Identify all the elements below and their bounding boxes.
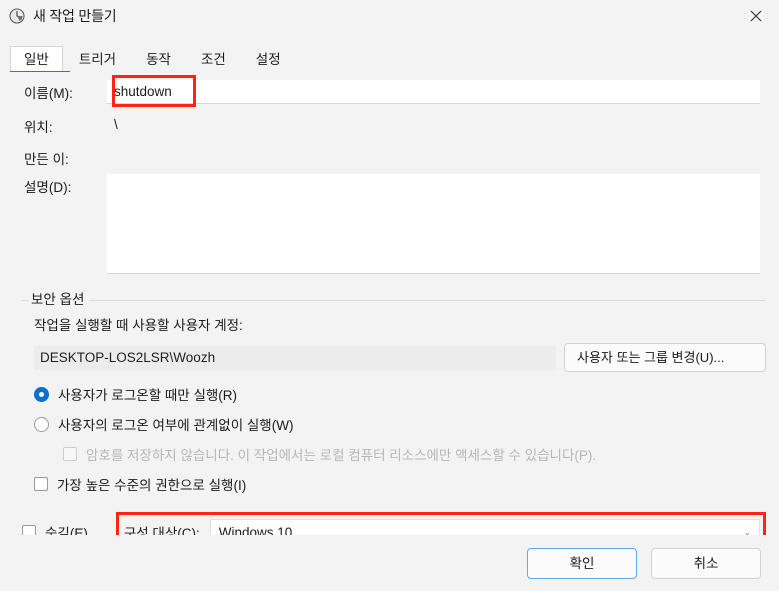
location-label: 위치:: [24, 120, 53, 135]
author-value: [107, 146, 768, 168]
name-row: 이름(M): shutdown: [9, 80, 770, 104]
security-options-title: 보안 옵션: [28, 292, 90, 308]
tab-triggers[interactable]: 트리거: [65, 46, 130, 73]
tab-conditions[interactable]: 조건: [187, 46, 240, 73]
checkbox-no-password-label: 암호를 저장하지 않습니다. 이 작업에서는 로컬 컴퓨터 리소스에만 액세스할…: [86, 448, 597, 463]
checkbox-highest-privileges-indicator: [34, 477, 48, 491]
checkbox-do-not-store-password: 암호를 저장하지 않습니다. 이 작업에서는 로컬 컴퓨터 리소스에만 액세스할…: [63, 444, 766, 464]
description-label: 설명(D):: [24, 180, 72, 195]
description-input[interactable]: [107, 174, 760, 274]
security-options-group: 보안 옵션 작업을 실행할 때 사용할 사용자 계정: DESKTOP-LOS2…: [22, 292, 766, 494]
title-bar: 새 작업 만들기: [0, 0, 779, 32]
checkbox-no-password-indicator: [63, 447, 77, 461]
account-row: DESKTOP-LOS2LSR\Woozh 사용자 또는 그룹 변경(U)...: [34, 343, 766, 372]
author-label: 만든 이:: [24, 152, 69, 167]
name-input[interactable]: shutdown: [107, 80, 760, 104]
group-border-line: [22, 300, 766, 301]
dialog-footer: 확인 취소: [0, 535, 779, 591]
close-x-glyph: [750, 10, 762, 22]
tab-general-label: 일반: [24, 52, 49, 67]
ok-button[interactable]: 확인: [527, 547, 637, 579]
radio-run-only-when-logged-on[interactable]: 사용자가 로그온할 때만 실행(R): [34, 384, 766, 404]
tab-actions-label: 동작: [146, 52, 171, 67]
checkbox-run-with-highest-privileges[interactable]: 가장 높은 수준의 권한으로 실행(I): [34, 474, 766, 494]
name-label: 이름(M):: [24, 86, 73, 101]
radio-regardless-indicator: [34, 416, 49, 432]
cancel-button[interactable]: 취소: [651, 547, 761, 579]
clock-task-icon: [9, 8, 25, 24]
location-value: \: [114, 117, 118, 132]
radio-run-whether-logged-on-or-not[interactable]: 사용자의 로그온 여부에 관계없이 실행(W): [34, 414, 766, 434]
checkbox-highest-privileges-label: 가장 높은 수준의 권한으로 실행(I): [57, 478, 247, 493]
tab-settings[interactable]: 설정: [242, 46, 295, 73]
radio-logged-on-label: 사용자가 로그온할 때만 실행(R): [58, 388, 238, 403]
author-row: 만든 이:: [9, 146, 770, 170]
window-title: 새 작업 만들기: [33, 8, 117, 24]
general-tab-panel: 이름(M): shutdown 위치: \ 만든 이: 설명(D): 보안 옵션…: [9, 72, 770, 552]
location-row: 위치: \: [9, 114, 770, 138]
change-user-or-group-button[interactable]: 사용자 또는 그룹 변경(U)...: [564, 343, 766, 372]
tab-strip: 일반 트리거 동작 조건 설정: [0, 44, 779, 74]
tab-conditions-label: 조건: [200, 52, 226, 67]
tab-actions[interactable]: 동작: [132, 46, 185, 73]
tab-general[interactable]: 일반: [10, 46, 63, 73]
radio-logged-on-indicator: [34, 386, 49, 402]
group-border-line-left: [22, 300, 25, 301]
radio-regardless-label: 사용자의 로그온 여부에 관계없이 실행(W): [58, 418, 294, 433]
tab-triggers-label: 트리거: [78, 52, 117, 67]
tab-settings-label: 설정: [255, 52, 281, 67]
description-row: 설명(D):: [9, 174, 770, 274]
account-value: DESKTOP-LOS2LSR\Woozh: [34, 345, 556, 370]
close-icon[interactable]: [733, 0, 779, 32]
account-prompt-label: 작업을 실행할 때 사용할 사용자 계정:: [34, 318, 243, 333]
security-options-body: 작업을 실행할 때 사용할 사용자 계정: DESKTOP-LOS2LSR\Wo…: [22, 302, 766, 494]
